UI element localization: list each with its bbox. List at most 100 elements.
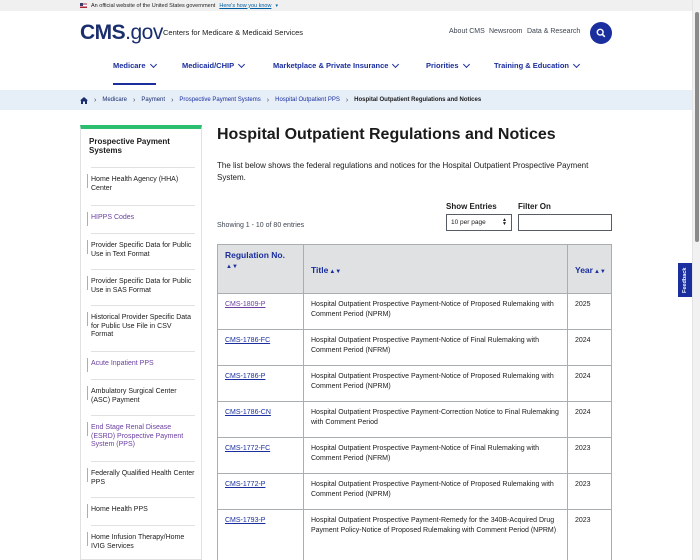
cell-title: Hospital Outpatient Prospective Payment-…: [304, 294, 568, 329]
feedback-tab[interactable]: Feedback: [678, 263, 692, 297]
sidebar-item-home-infusion[interactable]: Home Infusion Therapy/Home IVIG Services: [87, 525, 195, 560]
regulation-link[interactable]: CMS-1772-P: [225, 481, 265, 488]
cell-year: 2024: [575, 373, 591, 380]
sidebar-title: Prospective Payment Systems: [89, 137, 170, 155]
sidebar-nav: Prospective Payment Systems Home Health …: [80, 125, 202, 560]
chevron-down-icon: [392, 60, 400, 68]
column-header-title[interactable]: Title▲▼: [303, 244, 568, 294]
cell-regulation: CMS-1786-FC: [218, 330, 304, 365]
column-header-regulation-label: Regulation No.: [225, 250, 285, 260]
breadcrumb: › Medicare › Payment › Prospective Payme…: [0, 90, 692, 110]
newsroom-link[interactable]: Newsroom: [489, 28, 522, 35]
sidebar-item-psf-text[interactable]: Provider Specific Data for Public Use in…: [87, 233, 195, 269]
table-row: CMS-1793-P Hospital Outpatient Prospecti…: [217, 510, 612, 560]
column-header-year[interactable]: Year▲▼: [567, 244, 612, 294]
breadcrumb-separator: ›: [94, 96, 97, 104]
scroll-thumb[interactable]: [695, 12, 699, 242]
entries-count: Showing 1 - 10 of 80 entries: [217, 222, 305, 229]
sort-icon: ▲▼: [593, 269, 606, 275]
table-row: CMS-1786-P Hospital Outpatient Prospecti…: [217, 366, 612, 402]
regulation-link[interactable]: CMS-1772-FC: [225, 445, 270, 452]
breadcrumb-separator: ›: [266, 96, 270, 104]
breadcrumb-separator: ›: [345, 96, 349, 104]
chevron-down-icon: [149, 60, 157, 68]
gov-banner-text: An official website of the United States…: [91, 2, 216, 9]
cell-year: 2023: [575, 481, 591, 488]
site-header: CMS.gov Centers for Medicare & Medicaid …: [0, 11, 692, 90]
data-research-link[interactable]: Data & Research: [527, 28, 580, 35]
sidebar-item-asc-payment[interactable]: Ambulatory Surgical Center (ASC) Payment: [87, 379, 195, 415]
select-arrows-icon: ▲ ▼: [502, 217, 507, 227]
sidebar-item-acute-inpatient[interactable]: Acute Inpatient PPS: [87, 351, 195, 379]
table-row: CMS-1772-P Hospital Outpatient Prospecti…: [217, 474, 612, 510]
cell-title: Hospital Outpatient Prospective Payment-…: [304, 366, 568, 401]
page-scrollbar[interactable]: [692, 0, 700, 560]
regulation-link[interactable]: CMS-1786-P: [225, 373, 265, 380]
cell-title: Hospital Outpatient Prospective Payment-…: [304, 438, 568, 473]
cell-title: Hospital Outpatient Prospective Payment-…: [304, 474, 568, 509]
cell-regulation: CMS-1772-FC: [218, 438, 304, 473]
regulation-link[interactable]: CMS-1786-FC: [225, 337, 270, 344]
sidebar-item-esrd-pps[interactable]: End Stage Renal Disease (ESRD) Prospecti…: [87, 415, 195, 461]
cell-title: Hospital Outpatient Prospective Payment-…: [304, 330, 568, 365]
cell-year: 2024: [575, 409, 591, 416]
entries-per-page-select[interactable]: 10 per page ▲ ▼: [446, 214, 512, 231]
cell-regulation: CMS-1793-P: [218, 510, 304, 560]
heres-how-you-know-link[interactable]: Here's how you know: [219, 3, 271, 9]
sidebar-item-hipps-codes[interactable]: HIPPS Codes: [87, 205, 195, 233]
nav-medicaid-chip[interactable]: Medicaid/CHIP: [182, 60, 246, 70]
table-row: CMS-1809-P Hospital Outpatient Prospecti…: [217, 294, 612, 330]
nav-priorities[interactable]: Priorities: [426, 60, 470, 70]
sidebar-item-hha-center[interactable]: Home Health Agency (HHA) Center: [87, 167, 195, 205]
breadcrumb-medicare[interactable]: Medicare: [102, 97, 127, 103]
cell-regulation: CMS-1772-P: [218, 474, 304, 509]
chevron-down-icon: [572, 60, 581, 68]
table-row: CMS-1772-FC Hospital Outpatient Prospect…: [217, 438, 612, 474]
sidebar-item-psf-csv[interactable]: Historical Provider Specific Data for Pu…: [87, 305, 195, 351]
chevron-down-icon: [238, 60, 246, 68]
cell-regulation: CMS-1786-CN: [218, 402, 304, 437]
nav-active-underline: [113, 83, 156, 85]
sort-icon: ▲▼: [226, 264, 238, 270]
chevron-down-icon: [462, 60, 470, 68]
regulation-link[interactable]: CMS-1809-P: [225, 301, 265, 308]
column-header-year-label: Year: [575, 265, 593, 275]
column-header-regulation[interactable]: Regulation No. ▲▼: [217, 244, 304, 294]
cell-year: 2023: [575, 517, 591, 524]
sort-icon: ▲▼: [329, 269, 342, 275]
table-row: CMS-1786-FC Hospital Outpatient Prospect…: [217, 330, 612, 366]
filter-input[interactable]: [518, 214, 612, 231]
about-cms-link[interactable]: About CMS: [449, 28, 485, 35]
nav-marketplace[interactable]: Marketplace & Private Insurance: [273, 60, 400, 70]
breadcrumb-outpatient-pps[interactable]: Hospital Outpatient PPS: [275, 97, 340, 103]
nav-medicare[interactable]: Medicare: [113, 60, 157, 70]
table-row: CMS-1786-CN Hospital Outpatient Prospect…: [217, 402, 612, 438]
sidebar-item-home-health-pps[interactable]: Home Health PPS: [87, 497, 195, 525]
breadcrumb-current: Hospital Outpatient Regulations and Noti…: [354, 97, 482, 103]
cell-regulation: CMS-1786-P: [218, 366, 304, 401]
breadcrumb-separator: ›: [133, 96, 136, 104]
cell-year: 2023: [575, 445, 591, 452]
search-icon: [596, 28, 606, 38]
cms-logo[interactable]: CMS.gov: [80, 21, 163, 45]
breadcrumb-pps[interactable]: Prospective Payment Systems: [179, 97, 260, 103]
page-title: Hospital Outpatient Regulations and Noti…: [217, 126, 556, 143]
nav-training-education[interactable]: Training & Education: [494, 60, 581, 70]
column-header-title-label: Title: [311, 265, 329, 275]
regulation-link[interactable]: CMS-1786-CN: [225, 409, 271, 416]
intro-text: The list below shows the federal regulat…: [217, 161, 589, 182]
sidebar-item-psf-sas[interactable]: Provider Specific Data for Public Use in…: [87, 269, 195, 305]
flag-icon: [80, 3, 87, 8]
breadcrumb-payment[interactable]: Payment: [141, 97, 165, 103]
search-button[interactable]: [590, 22, 612, 44]
cell-title: Hospital Outpatient Prospective Payment-…: [304, 510, 568, 560]
sidebar-item-fqhc-pps[interactable]: Federally Qualified Health Center PPS: [87, 461, 195, 497]
regulation-link[interactable]: CMS-1793-P: [225, 517, 265, 524]
show-entries-label: Show Entries: [446, 202, 497, 211]
cell-year: 2025: [575, 301, 591, 308]
cell-year: 2024: [575, 337, 591, 344]
cell-regulation: CMS-1809-P: [218, 294, 304, 329]
breadcrumb-separator: ›: [171, 96, 174, 104]
site-tagline: Centers for Medicare & Medicaid Services: [163, 28, 304, 37]
home-icon[interactable]: [80, 96, 88, 104]
